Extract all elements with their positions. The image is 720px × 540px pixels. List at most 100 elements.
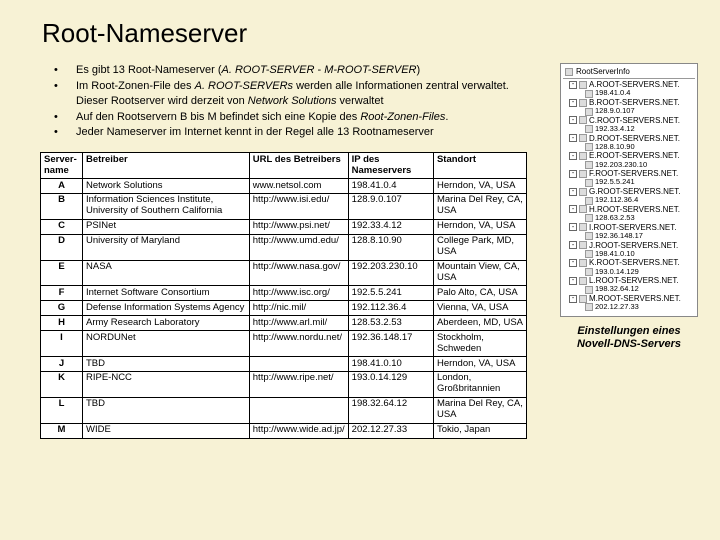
table-cell [249,397,348,423]
server-ip-label: 198.41.0.10 [595,250,635,259]
table-cell: Mountain View, CA, USA [433,260,526,286]
server-icon [579,259,587,267]
bullet-item: Auf den Rootservern B bis M befindet sic… [48,110,540,125]
table-cell: 128.8.10.90 [348,234,433,260]
tree-ip-item: 192.5.5.241 [565,178,695,187]
table-cell: www.netsol.com [249,179,348,194]
collapse-icon: - [569,188,577,196]
ip-icon [585,90,593,98]
table-cell: Palo Alto, CA, USA [433,286,526,301]
slide-title: Root-Nameserver [42,18,690,49]
table-cell: I [41,331,83,357]
ip-icon [585,268,593,276]
server-icon [579,188,587,196]
server-ip-label: 192.33.4.12 [595,125,635,134]
screenshot-header: RootServerInfo [563,66,695,79]
server-icon [579,81,587,89]
table-cell: Herndon, VA, USA [433,179,526,194]
tree-ip-item: 198.41.0.10 [565,250,695,259]
table-cell: Network Solutions [83,179,250,194]
table-cell: E [41,260,83,286]
table-cell: Marina Del Rey, CA, USA [433,193,526,219]
ip-icon [585,179,593,187]
tree-ip-item: 202.12.27.33 [565,303,695,312]
table-column-header: Standort [433,153,526,179]
server-icon [579,152,587,160]
table-cell: C [41,219,83,234]
tree-ip-item: 128.63.2.53 [565,214,695,223]
table-cell: Herndon, VA, USA [433,357,526,372]
server-icon [579,223,587,231]
server-ip-label: 128.8.10.90 [595,143,635,152]
table-row: HArmy Research Laboratoryhttp://www.arl.… [41,316,527,331]
collapse-icon: - [569,99,577,107]
screenshot-title: RootServerInfo [576,67,630,76]
table-cell: K [41,371,83,397]
table-cell: http://www.ripe.net/ [249,371,348,397]
table-cell: Stockholm, Schweden [433,331,526,357]
table-cell [249,357,348,372]
table-cell: College Park, MD, USA [433,234,526,260]
server-icon [579,116,587,124]
collapse-icon: - [569,134,577,142]
table-cell: TBD [83,397,250,423]
table-cell: http://nic.mil/ [249,301,348,316]
bullet-item: Jeder Nameserver im Internet kennt in de… [48,125,540,140]
ip-icon [585,161,593,169]
table-cell: WIDE [83,423,250,438]
server-ip-label: 198.32.64.12 [595,285,639,294]
bullet-item: Im Root-Zonen-File des A. ROOT-SERVERs w… [48,79,540,109]
table-cell: Defense Information Systems Agency [83,301,250,316]
server-ip-label: 128.63.2.53 [595,214,635,223]
collapse-icon: - [569,277,577,285]
table-cell: Tokio, Japan [433,423,526,438]
table-cell: J [41,357,83,372]
table-row: ANetwork Solutionswww.netsol.com198.41.0… [41,179,527,194]
table-row: FInternet Software Consortiumhttp://www.… [41,286,527,301]
tree-ip-item: 192.33.4.12 [565,125,695,134]
server-ip-label: 128.9.0.107 [595,107,635,116]
table-cell: PSINet [83,219,250,234]
table-cell: 192.5.5.241 [348,286,433,301]
table-cell: D [41,234,83,260]
table-cell: 192.112.36.4 [348,301,433,316]
ip-icon [585,232,593,240]
tree-ip-item: 193.0.14.129 [565,268,695,277]
server-ip-label: 202.12.27.33 [595,303,639,312]
ip-icon [585,143,593,151]
table-row: KRIPE-NCChttp://www.ripe.net/193.0.14.12… [41,371,527,397]
table-row: JTBD198.41.0.10Herndon, VA, USA [41,357,527,372]
table-column-header: Server-name [41,153,83,179]
table-cell: Aberdeen, MD, USA [433,316,526,331]
screenshot-tree: -A.ROOT-SERVERS.NET.198.41.0.4-B.ROOT-SE… [563,79,695,314]
server-ip-label: 192.203.230.10 [595,161,647,170]
left-column: Es gibt 13 Root-Nameserver (A. ROOT-SERV… [48,63,540,439]
table-cell: 128.9.0.107 [348,193,433,219]
table-row: CPSINethttp://www.psi.net/192.33.4.12Her… [41,219,527,234]
collapse-icon: - [569,152,577,160]
table-cell: 192.33.4.12 [348,219,433,234]
table-cell: L [41,397,83,423]
collapse-icon: - [569,259,577,267]
table-column-header: Betreiber [83,153,250,179]
ip-icon [585,125,593,133]
table-cell: http://www.psi.net/ [249,219,348,234]
server-icon [579,295,587,303]
collapse-icon: - [569,223,577,231]
table-cell: A [41,179,83,194]
table-cell: B [41,193,83,219]
table-header: Server-nameBetreiberURL des BetreibersIP… [41,153,527,179]
collapse-icon: - [569,116,577,124]
table-column-header: IP des Nameservers [348,153,433,179]
table-cell: TBD [83,357,250,372]
table-column-header: URL des Betreibers [249,153,348,179]
table-cell: http://www.nasa.gov/ [249,260,348,286]
server-icon [579,170,587,178]
table-cell: Marina Del Rey, CA, USA [433,397,526,423]
table-body: ANetwork Solutionswww.netsol.com198.41.0… [41,179,527,439]
ip-icon [585,303,593,311]
rootserver-table: Server-nameBetreiberURL des BetreibersIP… [40,152,527,438]
server-ip-label: 192.5.5.241 [595,178,635,187]
ip-icon [585,286,593,294]
table-cell: Information Sciences Institute, Universi… [83,193,250,219]
